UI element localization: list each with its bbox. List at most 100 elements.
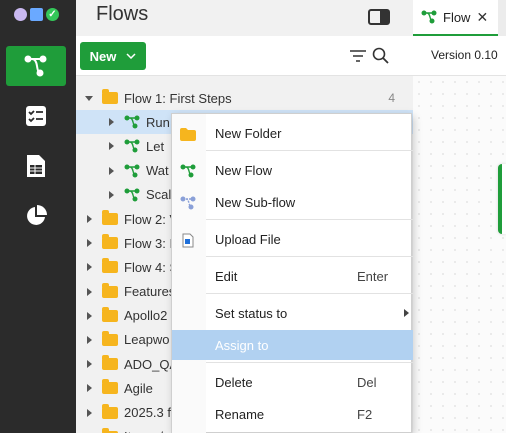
flows-icon [24,55,47,77]
upload-file-icon [182,233,194,247]
menu-item-label: New Folder [215,125,282,141]
report-icon [27,155,45,177]
tree-item-label: Items / [124,429,163,433]
caret-right-icon[interactable] [106,190,116,200]
tree-item-label: Let [146,138,165,154]
rail-flows-button[interactable] [6,46,66,86]
menu-separator [206,219,413,220]
editor-area: Flow ✕ Version 0.10 [413,0,506,433]
rail-dashboard-button[interactable] [6,196,66,236]
panel-toggle-icon[interactable] [368,9,390,25]
tree-item-label: Flow 3: I [124,235,174,251]
caret-right-icon[interactable] [84,262,94,272]
flows-toolbar: New [76,36,413,76]
folder-icon [180,127,196,141]
pie-chart-icon [27,205,47,225]
menu-separator [206,362,413,363]
tree-item-label: Agile [124,380,153,396]
menu-item-delete[interactable]: Delete Del [172,367,413,397]
subflow-icon [180,196,196,210]
tree-folder-row[interactable]: Flow 1: First Steps 4 [76,86,413,110]
caret-right-icon[interactable] [84,359,94,369]
folder-icon [102,89,118,105]
caret-right-icon[interactable] [106,141,116,151]
menu-item-shortcut: Enter [357,268,389,284]
tree-item-label: Features [124,284,176,300]
caret-right-icon[interactable] [84,238,94,248]
checklist-icon [26,106,46,126]
tree-item-label: Flow 1: First Steps [124,90,232,106]
app-rail: ✓ [0,0,76,433]
caret-right-icon[interactable] [84,287,94,297]
menu-item-shortcut: F2 [357,406,373,422]
menu-item-label: Delete [215,374,253,390]
search-icon[interactable] [372,47,390,65]
panel-title: Flows [96,3,149,25]
tree-item-count: 4 [388,91,395,106]
menu-item-label: Assign to [215,337,269,353]
flow-icon [180,164,196,178]
new-button-label: New [89,48,117,64]
chevron-down-icon [126,53,136,59]
menu-item-rename[interactable]: Rename F2 [172,399,413,429]
menu-item-label: Edit [215,268,238,284]
tree-item-label: Leapwo [124,332,170,348]
folder-icon [102,210,118,226]
caret-right-icon[interactable] [84,311,94,321]
tree-item-label: 2025.3 f [124,405,171,421]
flow-icon [124,188,140,202]
menu-item-set-status-to[interactable]: Set status to [172,298,413,328]
menu-item-label: New Flow [215,162,273,178]
caret-right-icon[interactable] [106,117,116,127]
tab-flow-label: Flow [443,9,471,25]
menu-item-edit[interactable]: Edit Enter [172,261,413,291]
context-menu: New Folder New Flow New Sub-flow Upload Fil… [171,113,413,433]
flow-icon [124,139,140,153]
folder-icon [102,306,118,322]
flow-node[interactable] [498,164,506,234]
menu-separator [206,256,413,257]
new-button[interactable]: New [80,42,146,70]
tree-item-label: Run [146,114,170,130]
tree-item-label: Scal [146,187,172,203]
version-label: Version 0.10 [413,36,506,76]
filter-icon[interactable] [350,50,366,62]
caret-right-icon[interactable] [106,166,116,176]
menu-item-new-folder[interactable]: New Folder [172,118,413,148]
menu-item-label: Upload File [215,231,281,247]
flow-icon [421,10,437,24]
menu-item-new-sub-flow[interactable]: New Sub-flow [172,187,413,217]
menu-item-label: Set status to [215,305,288,321]
caret-right-icon[interactable] [84,408,94,418]
flow-icon [124,164,140,178]
folder-icon [102,282,118,298]
caret-right-icon[interactable] [84,214,94,224]
logo-square-icon [30,8,43,21]
folder-icon [102,234,118,250]
close-icon[interactable]: ✕ [476,9,488,26]
menu-item-label: Rename [215,406,265,422]
menu-item-upload-file[interactable]: Upload File [172,224,413,254]
folder-icon [102,379,118,395]
flow-canvas[interactable] [413,76,506,433]
tree-item-label: Wat [146,163,169,179]
logo-check-icon: ✓ [46,8,59,21]
rail-checklist-button[interactable] [6,96,66,136]
menu-item-assign-to[interactable]: Assign to [172,330,413,360]
folder-icon [102,258,118,274]
caret-down-icon[interactable] [84,93,94,103]
caret-right-icon[interactable] [84,383,94,393]
folder-icon [102,330,118,346]
caret-right-icon[interactable] [84,335,94,345]
rail-report-button[interactable] [6,146,66,186]
app-logo: ✓ [14,8,59,21]
menu-separator [206,293,413,294]
menu-separator [206,150,413,151]
menu-item-new-flow[interactable]: New Flow [172,155,413,185]
tab-flow[interactable]: Flow ✕ [413,0,498,36]
menu-item-label: New Sub-flow [215,194,296,210]
flow-icon [124,115,140,129]
folder-icon [102,355,118,371]
submenu-arrow-icon [404,309,409,317]
logo-circle-icon [14,8,27,21]
